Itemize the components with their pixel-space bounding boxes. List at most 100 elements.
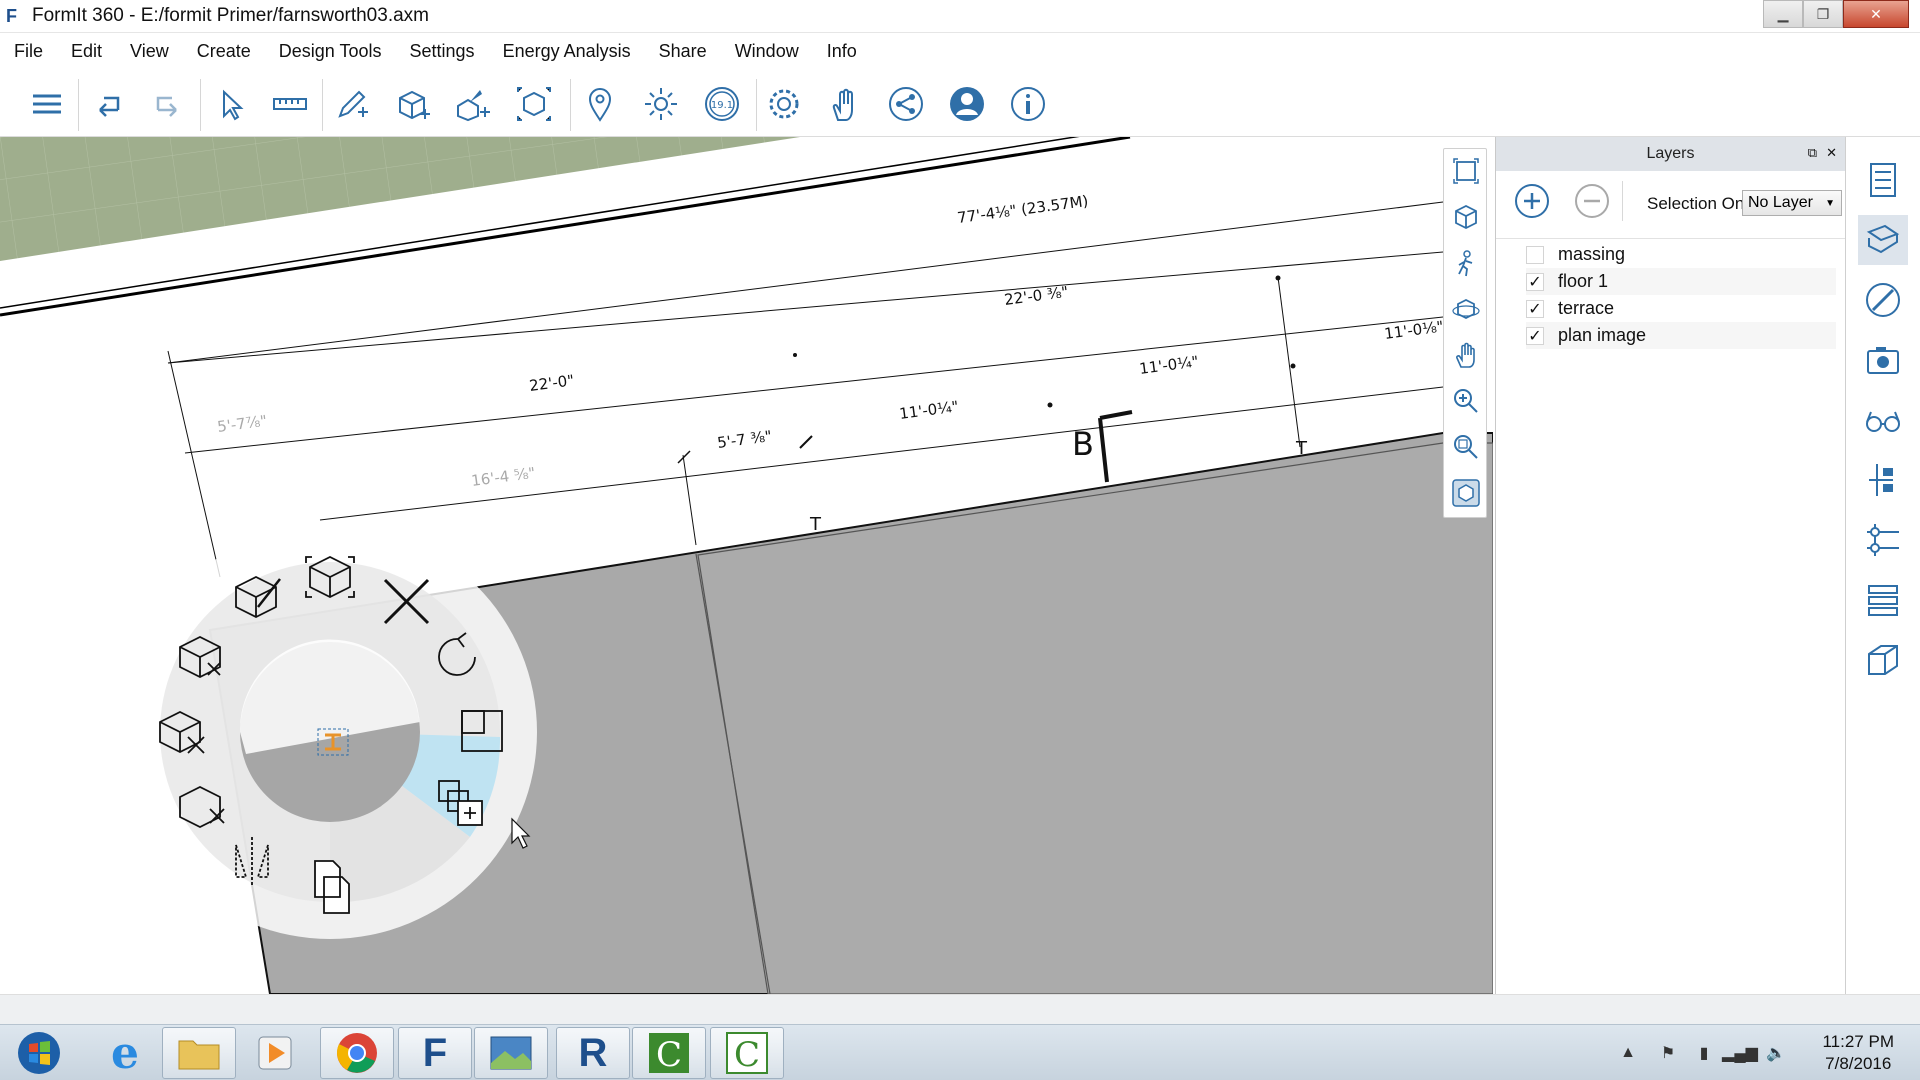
media-player-icon[interactable] [238,1027,312,1079]
viewport-canvas[interactable]: 77'-4⅛" (23.57M) 22'-0 ⅜" 22'-0" 5'-7 ⅜"… [0,137,1493,994]
camtasia-studio-icon[interactable]: C [710,1027,784,1079]
chrome-icon[interactable] [320,1027,394,1079]
group-icon[interactable] [512,82,556,126]
formit-icon[interactable]: F [398,1027,472,1079]
power-icon[interactable]: ▮ [1692,1041,1716,1065]
formit-logo-icon: F [6,6,17,26]
gesture-hand-icon[interactable] [822,82,866,126]
model-drawing[interactable]: 77'-4⅛" (23.57M) 22'-0 ⅜" 22'-0" 5'-7 ⅜"… [0,137,1493,994]
dimension-line [167,201,1444,364]
view-cube-icon[interactable] [1448,475,1484,511]
title-bar: F FormIt 360 - E:/formit Primer/farnswor… [0,0,1920,33]
menu-share[interactable]: Share [659,41,707,62]
layer-visibility-checkbox[interactable]: ✓ [1526,326,1544,345]
menu-settings[interactable]: Settings [410,41,475,62]
status-strip [0,994,1920,1024]
menu-bar: File Edit View Create Design Tools Setti… [0,33,1920,69]
internet-explorer-icon[interactable]: e [88,1027,162,1079]
undock-icon[interactable]: ⧉ [1808,145,1817,161]
clock-time: 11:27 PM [1822,1032,1894,1051]
close-button[interactable]: ✕ [1843,0,1909,28]
dimension-label: 5'-7 ⅜" [716,427,773,452]
menu-info[interactable]: Info [827,41,857,62]
layers-panel-header: Layers ⧉ ✕ [1496,137,1845,171]
dimension-label: 22'-0" [528,371,575,395]
show-hidden-icons-icon[interactable]: ▲ [1616,1041,1640,1065]
minimize-button[interactable]: ▁ [1763,0,1803,28]
menu-energy-analysis[interactable]: Energy Analysis [503,41,631,62]
scenes-camera-icon[interactable] [1858,335,1908,385]
info-icon[interactable] [1006,82,1050,126]
window-title: FormIt 360 - E:/formit Primer/farnsworth… [32,5,429,26]
photo-viewer-icon[interactable] [474,1027,548,1079]
menu-design-tools[interactable]: Design Tools [279,41,382,62]
sun-icon[interactable] [639,82,683,126]
layer-row-plan-image[interactable]: ✓ plan image [1526,322,1836,349]
add-solid-icon[interactable] [450,82,494,126]
menu-file[interactable]: File [14,41,43,62]
layer-row-terrace[interactable]: ✓ terrace [1526,295,1836,322]
tick-marker: T [809,514,822,535]
layer-visibility-checkbox[interactable]: ✓ [1526,272,1544,291]
sketch-pencil-icon[interactable] [330,82,374,126]
select-arrow-icon[interactable] [208,82,252,126]
dimension-label-faded: 5'-7⅞" [216,412,268,436]
zoom-extents-icon[interactable] [1448,153,1484,189]
properties-icon[interactable] [1858,155,1908,205]
action-center-flag-icon[interactable]: ⚑ [1656,1041,1680,1065]
extension-line [682,454,697,546]
layer-row-massing[interactable]: massing [1526,241,1836,268]
menu-list-icon[interactable] [25,82,69,126]
account-icon[interactable] [945,82,989,126]
zoom-window-icon[interactable] [1448,429,1484,465]
selection-layer-dropdown[interactable]: No Layer ▼ [1742,190,1842,216]
network-icon[interactable]: ▂▄▆ [1722,1041,1758,1065]
share-icon[interactable] [884,82,928,126]
section-marker-line [1098,410,1133,483]
restore-button[interactable]: ❐ [1803,0,1843,28]
tools-stack-icon[interactable] [1858,575,1908,625]
tick-marker: T [1295,438,1308,459]
level-badge-icon[interactable]: 19.1 [700,82,744,126]
menu-window[interactable]: Window [735,41,799,62]
windows-start-icon[interactable] [4,1027,74,1079]
location-pin-icon[interactable] [578,82,622,126]
add-layer-button[interactable] [1514,183,1550,219]
undo-icon[interactable] [86,82,130,126]
zoom-in-icon[interactable] [1448,383,1484,419]
groups-tree-icon[interactable] [1858,455,1908,505]
layers-icon[interactable] [1858,215,1908,265]
layer-name: floor 1 [1558,271,1609,291]
redo-icon[interactable] [146,82,190,126]
orbit-icon[interactable] [1448,291,1484,327]
menu-view[interactable]: View [130,41,169,62]
materials-brush-icon[interactable] [1858,275,1908,325]
dimension-overall: 77'-4⅛" (23.57M) [956,192,1089,227]
selection-layer-value: No Layer [1748,194,1813,211]
system-clock[interactable]: 11:27 PM 7/8/2016 [1822,1031,1894,1075]
layer-visibility-checkbox[interactable] [1526,245,1544,264]
layer-visibility-checkbox[interactable]: ✓ [1526,299,1544,318]
menu-create[interactable]: Create [197,41,251,62]
close-panel-icon[interactable]: ✕ [1826,145,1837,161]
levels-icon[interactable] [1858,515,1908,565]
settings-gear-icon[interactable] [762,82,806,126]
perspective-cube-icon[interactable] [1448,199,1484,235]
visual-style-glasses-icon[interactable] [1858,395,1908,445]
main-toolbar: 19.1 [0,69,1920,137]
revit-icon[interactable]: R [556,1027,630,1079]
file-explorer-icon[interactable] [162,1027,236,1079]
add-cube-icon[interactable] [390,82,434,126]
layer-row-floor-1[interactable]: ✓ floor 1 [1526,268,1836,295]
dimension-label-faded: 16'-4 ⅝" [470,464,536,490]
pan-hand-icon[interactable] [1448,337,1484,373]
volume-icon[interactable]: 🔈 [1764,1041,1788,1065]
section-marker-label: B [1072,425,1094,463]
solar-cube-icon[interactable] [1858,635,1908,685]
menu-edit[interactable]: Edit [71,41,102,62]
dimension-label: 11'-0¼" [1138,352,1199,378]
remove-layer-button[interactable] [1574,183,1610,219]
walk-icon[interactable] [1448,245,1484,281]
tape-measure-icon[interactable] [268,82,312,126]
camtasia-recorder-icon[interactable]: C [632,1027,706,1079]
